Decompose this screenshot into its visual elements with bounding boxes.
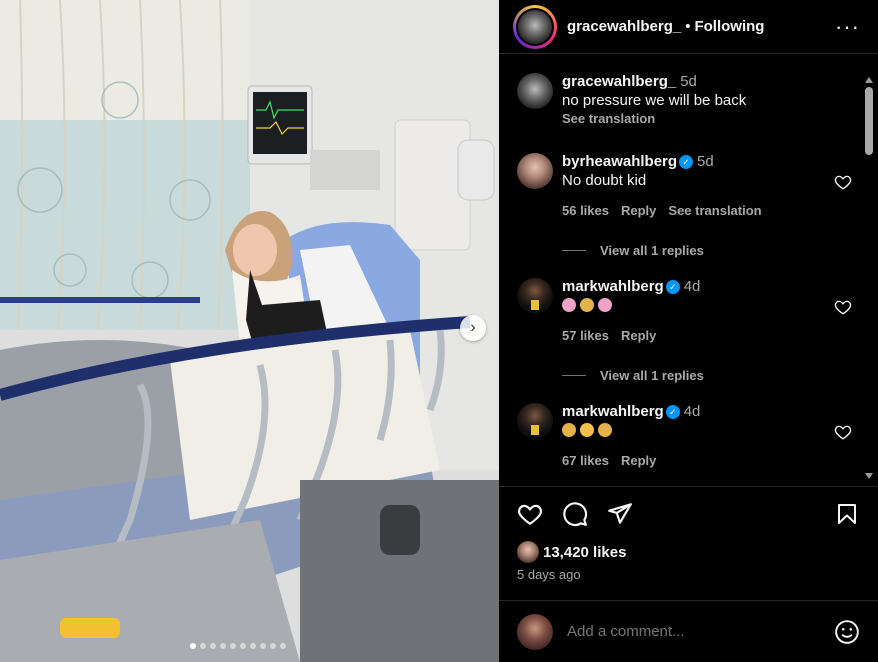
carousel-dot <box>240 643 246 649</box>
scroll-up-arrow-icon[interactable] <box>865 77 873 83</box>
likes-summary[interactable]: 13,420 likes <box>517 541 626 563</box>
comment-text: no pressure we will be back <box>562 92 747 109</box>
see-translation-link[interactable]: See translation <box>562 111 822 126</box>
author-avatar[interactable] <box>518 9 552 44</box>
post-time-ago[interactable]: 5 days ago <box>517 567 581 582</box>
view-replies-button[interactable]: View all 1 replies <box>562 243 704 258</box>
comment-icon[interactable] <box>562 501 588 527</box>
praying-hands-icon <box>598 423 612 437</box>
reply-button[interactable]: Reply <box>621 203 656 218</box>
avatar[interactable] <box>517 73 553 109</box>
praying-hands-icon <box>580 298 594 312</box>
carousel-dot <box>230 643 236 649</box>
comment-likes[interactable]: 57 likes <box>562 328 609 343</box>
comments-list[interactable]: gracewahlberg_ 5d no pressure we will be … <box>499 55 878 485</box>
heart-icon[interactable] <box>517 501 543 527</box>
scroll-down-arrow-icon[interactable] <box>865 473 873 479</box>
comment-emojis <box>562 421 822 441</box>
comment-username[interactable]: markwahlberg <box>562 403 664 420</box>
verified-badge-icon: ✓ <box>679 155 694 169</box>
comment-username[interactable]: markwahlberg <box>562 278 664 295</box>
comment-username[interactable]: gracewahlberg_ <box>562 73 676 90</box>
praying-hands-icon <box>562 423 576 437</box>
see-translation-link[interactable]: See translation <box>668 203 761 218</box>
next-photo-button[interactable]: › <box>460 315 486 341</box>
comment-time[interactable]: 5d <box>680 73 697 90</box>
comment-likes[interactable]: 56 likes <box>562 203 609 218</box>
scrollbar-thumb[interactable] <box>865 87 873 155</box>
comment-text: No doubt kid <box>562 172 647 189</box>
story-ring[interactable] <box>513 4 557 49</box>
comment-time[interactable]: 4d <box>684 278 701 295</box>
heart-icon[interactable] <box>834 298 852 316</box>
heart-icon[interactable] <box>834 423 852 441</box>
hospital-photo <box>0 0 499 662</box>
comments-scrollbar[interactable] <box>863 57 875 481</box>
verified-badge-icon: ✓ <box>665 280 680 294</box>
share-icon[interactable] <box>607 501 633 527</box>
post-side-panel: gracewahlberg_ • Following ··· gracewahl… <box>499 0 878 662</box>
flushed-face-icon <box>580 423 594 437</box>
post-actions: 13,420 likes 5 days ago <box>499 486 878 582</box>
heart-icon[interactable] <box>834 173 852 191</box>
verified-badge-icon: ✓ <box>665 405 680 419</box>
action-icons <box>517 501 862 529</box>
comment-likes[interactable]: 67 likes <box>562 453 609 468</box>
add-comment-bar <box>499 600 878 662</box>
comment-username[interactable]: byrheawahlberg <box>562 153 677 170</box>
carousel-dot <box>190 643 196 649</box>
pink-heart-icon <box>598 298 612 312</box>
avatar[interactable] <box>517 278 553 314</box>
carousel-dot <box>270 643 276 649</box>
carousel-dot <box>220 643 226 649</box>
bookmark-icon[interactable] <box>835 501 859 527</box>
add-comment-input[interactable] <box>567 623 834 640</box>
carousel-indicator <box>190 643 286 649</box>
author-username[interactable]: gracewahlberg_ <box>567 18 681 35</box>
avatar[interactable] <box>517 153 553 189</box>
avatar[interactable] <box>517 403 553 439</box>
separator-dot: • <box>685 18 691 35</box>
carousel-dot <box>200 643 206 649</box>
carousel-dot <box>260 643 266 649</box>
current-user-avatar <box>517 613 553 650</box>
pink-heart-icon <box>562 298 576 312</box>
reply-button[interactable]: Reply <box>621 328 656 343</box>
carousel-dot <box>280 643 286 649</box>
post-photo: › <box>0 0 499 662</box>
reply-button[interactable]: Reply <box>621 453 656 468</box>
liker-avatar <box>517 541 539 563</box>
post-header: gracewahlberg_ • Following ··· <box>499 0 878 54</box>
comment-emojis <box>562 296 822 316</box>
comment-time[interactable]: 4d <box>684 403 701 420</box>
emoji-picker-icon[interactable] <box>834 619 860 645</box>
carousel-dot <box>210 643 216 649</box>
view-replies-button[interactable]: View all 1 replies <box>562 368 704 383</box>
likes-count[interactable]: 13,420 likes <box>543 544 626 561</box>
comment-time[interactable]: 5d <box>697 153 714 170</box>
more-options-button[interactable]: ··· <box>831 14 864 40</box>
carousel-dot <box>250 643 256 649</box>
following-button[interactable]: Following <box>694 18 764 35</box>
